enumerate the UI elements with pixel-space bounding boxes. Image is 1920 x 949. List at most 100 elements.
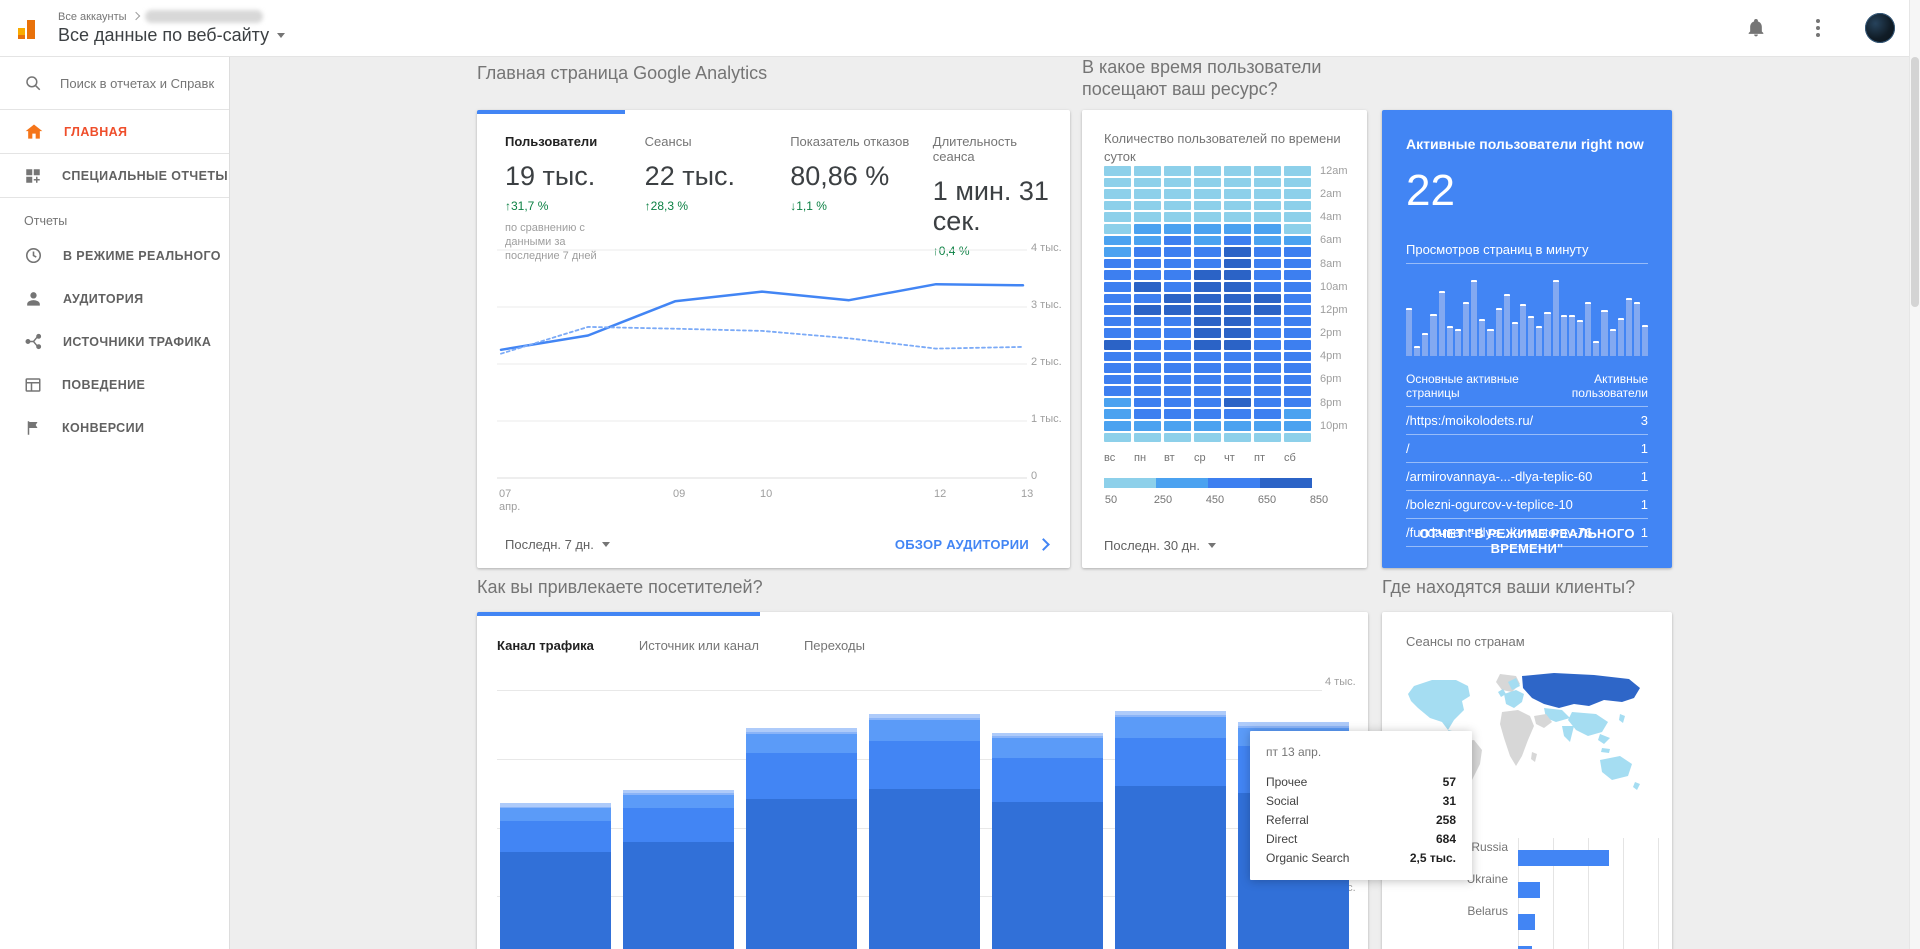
breadcrumb-all-accounts[interactable]: Все аккаунты bbox=[58, 11, 127, 23]
heatmap-cell bbox=[1164, 363, 1191, 373]
active-page-row: /bolezni-ogurcov-v-teplice-10 1 bbox=[1406, 491, 1648, 519]
traffic-segment bbox=[869, 718, 980, 721]
sidebar-item-home[interactable]: ГЛАВНАЯ bbox=[0, 110, 229, 154]
analytics-logo[interactable] bbox=[0, 15, 58, 41]
traffic-bar[interactable] bbox=[992, 612, 1103, 949]
legend-segment bbox=[1260, 478, 1312, 488]
map-region-russia bbox=[1522, 673, 1640, 708]
traffic-bar[interactable] bbox=[623, 612, 734, 949]
account-avatar[interactable] bbox=[1862, 10, 1898, 46]
heatmap-hour-label: 6am bbox=[1320, 234, 1342, 247]
heatmap-cell bbox=[1254, 281, 1281, 292]
realtime-report-button[interactable]: ОТЧЕТ "В РЕЖИМЕ РЕАЛЬНОГО ВРЕМЕНИ" bbox=[1382, 526, 1672, 556]
tooltip-label: Прочее bbox=[1266, 775, 1308, 789]
view-selector[interactable]: Все данные по веб-сайту bbox=[58, 25, 286, 46]
heatmap-cell bbox=[1134, 316, 1161, 327]
tooltip-label: Direct bbox=[1266, 832, 1298, 846]
heatmap-cell bbox=[1104, 293, 1131, 304]
heatmap-hour-label: 8pm bbox=[1320, 396, 1342, 409]
share-icon bbox=[24, 332, 43, 351]
heatmap-cell bbox=[1194, 409, 1221, 420]
heatmap-row bbox=[1104, 363, 1360, 373]
heatmap-cell bbox=[1224, 293, 1251, 304]
heatmap-row bbox=[1104, 316, 1360, 327]
heatmap-cell bbox=[1134, 247, 1161, 257]
country-bar[interactable] bbox=[1518, 882, 1540, 898]
chevron-down-icon bbox=[601, 541, 610, 551]
scrollbar-thumb[interactable] bbox=[1911, 57, 1919, 307]
traffic-segment bbox=[869, 789, 980, 949]
chevron-right-icon bbox=[1037, 537, 1050, 551]
sparkline-bar bbox=[1617, 318, 1624, 356]
tooltip-date: пт 13 апр. bbox=[1266, 745, 1322, 759]
country-bar[interactable] bbox=[1518, 914, 1535, 930]
heatmap-cell bbox=[1134, 305, 1161, 315]
more-options-button[interactable] bbox=[1800, 10, 1836, 46]
traffic-bar[interactable] bbox=[500, 612, 611, 949]
heatmap-cell bbox=[1224, 374, 1251, 385]
heatmap-cell bbox=[1164, 316, 1191, 327]
heatmap-cell bbox=[1194, 258, 1221, 269]
breadcrumb[interactable]: Все аккаунты bbox=[58, 10, 285, 23]
heatmap-cell bbox=[1254, 421, 1281, 431]
sidebar-item-conversions[interactable]: КОНВЕРСИИ bbox=[0, 406, 229, 449]
date-range-dropdown[interactable]: Последн. 7 дн. bbox=[505, 537, 610, 552]
traffic-bar[interactable] bbox=[869, 612, 980, 949]
arrow-down-icon: ↓ bbox=[790, 199, 797, 213]
metric-label: Пользователи bbox=[505, 134, 598, 149]
pages-column-header: Основные активные страницы bbox=[1406, 372, 1519, 400]
metric-delta: ↑31,7 % bbox=[505, 199, 549, 213]
sidebar-item-audience[interactable]: АУДИТОРИЯ bbox=[0, 277, 229, 320]
traffic-bar[interactable] bbox=[746, 612, 857, 949]
traffic-bar[interactable] bbox=[1115, 612, 1226, 949]
traffic-segment bbox=[992, 732, 1103, 737]
heatmap-cell bbox=[1284, 293, 1311, 304]
heatmap-cell bbox=[1164, 200, 1191, 211]
y-axis-tick: 0 bbox=[1031, 470, 1038, 482]
sidebar-item-behavior[interactable]: ПОВЕДЕНИЕ bbox=[0, 363, 229, 406]
sidebar-item-custom-reports[interactable]: СПЕЦИАЛЬНЫЕ ОТЧЕТЫ bbox=[0, 154, 229, 198]
country-bar[interactable] bbox=[1518, 850, 1609, 866]
audience-overview-link[interactable]: ОБЗОР АУДИТОРИИ bbox=[895, 537, 1050, 552]
heatmap-range-dropdown[interactable]: Последн. 30 дн. bbox=[1104, 538, 1217, 553]
heatmap-cell bbox=[1254, 212, 1281, 222]
traffic-stacked-chart: 4 тыс.3 тыс.2 тыс.1 тыс. bbox=[477, 612, 1368, 949]
active-page-url: /https:/moikolodets.ru/ bbox=[1406, 413, 1534, 428]
search-reports[interactable]: Поиск в отчетах и Справк bbox=[0, 57, 229, 110]
sparkline-bar bbox=[1430, 314, 1437, 356]
sparkline-bar bbox=[1593, 341, 1600, 356]
sidebar-item-label: АУДИТОРИЯ bbox=[63, 291, 144, 306]
sparkline-bar bbox=[1462, 302, 1470, 356]
traffic-segment bbox=[623, 789, 734, 793]
notifications-button[interactable] bbox=[1738, 10, 1774, 46]
heatmap-cell bbox=[1164, 328, 1191, 338]
sidebar-item-acquisition[interactable]: ИСТОЧНИКИ ТРАФИКА bbox=[0, 320, 229, 363]
tooltip-row: Referral 258 bbox=[1266, 811, 1456, 830]
heatmap-cell bbox=[1134, 281, 1161, 292]
traffic-channels-card: Канал трафика Источник или канал Переходы … bbox=[477, 612, 1368, 949]
chart-tooltip: пт 13 апр. Прочее 57 Social 31 Referral 258 Di… bbox=[1250, 731, 1472, 880]
heatmap-row bbox=[1104, 293, 1360, 304]
sidebar-item-realtime[interactable]: В РЕЖИМЕ РЕАЛЬНОГО bbox=[0, 234, 229, 277]
heatmap-cell bbox=[1194, 293, 1221, 304]
heatmap-row bbox=[1104, 177, 1360, 188]
y-axis-tick: 3 тыс. bbox=[1031, 299, 1062, 311]
date-range-label: Последн. 7 дн. bbox=[505, 536, 594, 552]
heatmap-cell bbox=[1164, 270, 1191, 280]
heatmap-cell bbox=[1134, 258, 1161, 269]
heatmap-cell bbox=[1224, 223, 1251, 234]
traffic-segment bbox=[500, 820, 611, 853]
scrollbar-track[interactable] bbox=[1909, 0, 1920, 949]
heatmap-cell bbox=[1134, 212, 1161, 222]
tooltip-value: 2,5 тыс. bbox=[1409, 851, 1456, 865]
metric-label: Длительность сеанса bbox=[932, 134, 1018, 164]
heatmap-cell bbox=[1164, 339, 1191, 350]
heatmap-cell bbox=[1164, 397, 1191, 408]
heatmap-cell bbox=[1134, 397, 1161, 408]
sparkline-bar bbox=[1560, 315, 1567, 356]
heatmap-cell bbox=[1224, 432, 1251, 443]
heatmap-row: 10am bbox=[1104, 281, 1360, 293]
bell-icon bbox=[1748, 19, 1764, 37]
heatmap-cell bbox=[1254, 223, 1281, 234]
heatmap-cell bbox=[1164, 258, 1191, 269]
